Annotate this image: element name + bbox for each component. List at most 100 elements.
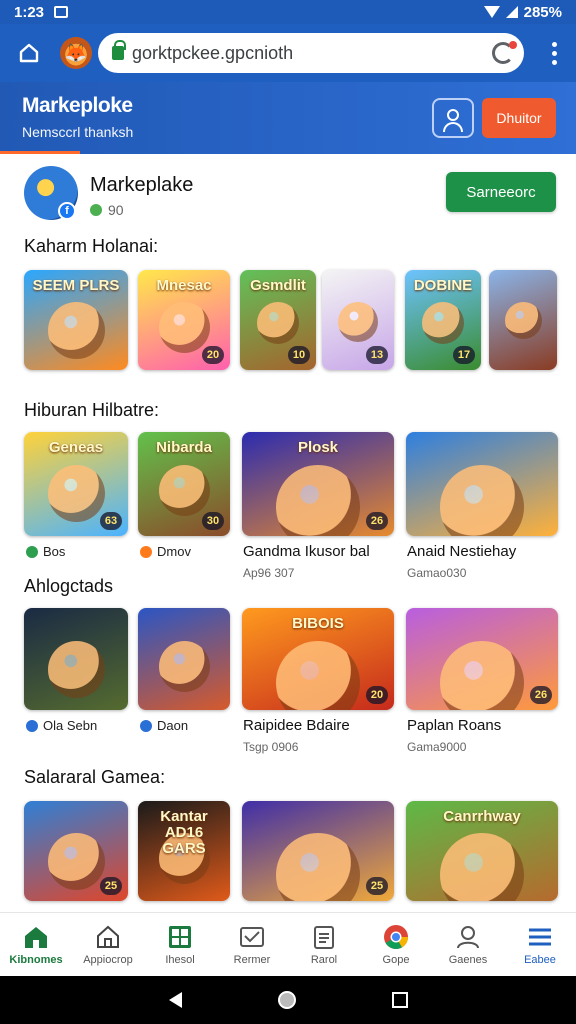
rating-icon [26,545,38,558]
bottom-nav: Kibnomes Appiocrop Ihesol Rermer Rarol G… [0,912,576,976]
nav-item-account[interactable]: Gaenes [432,913,504,976]
nav-item-chrome[interactable]: Gope [360,913,432,976]
game-tile-title: SEEM PLRS [32,277,120,294]
section-title: Ahlogctads [24,576,114,596]
reload-icon[interactable] [492,41,517,64]
wifi-icon [483,6,500,18]
game-caption-title[interactable]: Gandma Ikusor bal [243,543,370,560]
game-tile[interactable] [406,432,558,536]
game-caption-title[interactable]: Raipidee Bdaire [243,717,350,734]
game-caption-subtitle: Tsgp 0906 [243,740,299,754]
game-character-art [159,641,210,692]
browser-menu-button[interactable] [544,41,564,65]
game-character-art [159,465,210,516]
game-tile-badge: 26 [366,512,388,530]
account-button[interactable] [432,98,474,138]
header-action-button[interactable]: Dhuitor [482,98,556,138]
mail-icon [240,926,264,947]
chrome-icon [384,924,408,949]
game-tile[interactable] [24,608,128,710]
online-dot-icon [90,204,102,216]
game-character-art [48,302,105,359]
url-text[interactable]: gorktpckee.gpcnioth [132,43,492,64]
game-tile[interactable]: 25 [24,801,128,901]
game-tile[interactable]: 26 [406,608,558,710]
menu-icon [529,928,551,945]
game-tile-title: Canrrhway [443,808,521,825]
nav-item-grid[interactable]: Ihesol [144,913,216,976]
user-icon-body [443,122,463,132]
game-tile[interactable]: Canrrhway [406,801,558,901]
home-outline-icon [19,43,39,63]
facebook-icon: f [58,202,76,220]
address-bar[interactable]: gorktpckee.gpcnioth [98,33,524,73]
home-icon [25,926,47,948]
game-tile-badge: 25 [366,877,388,895]
game-caption-text: Dmov [157,544,191,559]
nav-item-mail[interactable]: Rermer [216,913,288,976]
game-character-art [422,302,464,344]
game-tile-badge: 26 [530,686,552,704]
browser-home-button[interactable] [12,36,46,70]
game-tile[interactable]: Gsmdlit 10 [240,270,316,370]
game-tile-badge: 13 [366,346,388,364]
battery-text: 285% [523,3,562,21]
store-meta-value: 90 [108,202,124,218]
game-caption: Ola Sebn [26,718,97,733]
game-tile[interactable]: Nibarda 30 [138,432,230,536]
game-tile-badge: 25 [100,877,122,895]
status-bar: 1:23 285% [0,0,576,24]
game-tile-title: Mnesac [156,277,212,294]
game-caption-title[interactable]: Anaid Nestiehay [407,543,516,560]
game-character-art [276,465,360,536]
game-tile-title: DOBINE [413,277,473,294]
menu-dot [551,59,557,65]
game-tile[interactable]: DOBINE 17 [405,270,481,370]
game-character-art [159,302,210,353]
nav-item-clipboard[interactable]: Rarol [288,913,360,976]
nav-item-apps[interactable]: Appiocrop [72,913,144,976]
game-tile[interactable]: Plosk 26 [242,432,394,536]
game-character-art [48,833,105,890]
game-tile-badge: 20 [366,686,388,704]
nav-label: Kibnomes [9,953,63,966]
notification-icon [54,6,69,18]
recents-icon[interactable] [391,992,408,1008]
game-tile[interactable]: 25 [242,801,394,901]
game-tile-badge: 10 [288,346,310,364]
browser-logo-icon[interactable]: 🦊 [60,37,92,69]
game-character-art [505,302,542,339]
section-title: Kaharm Holanai: [24,236,159,256]
nav-item-home[interactable]: Kibnomes [0,913,72,976]
game-tile[interactable]: 13 [322,270,394,370]
system-nav-bar [0,976,576,1024]
game-caption-title[interactable]: Paplan Roans [407,717,501,734]
grid-icon [169,925,191,948]
game-tile-title: Nibarda [156,439,212,456]
game-tile[interactable] [489,270,557,370]
game-tile[interactable]: BIBOIS 20 [242,608,394,710]
game-tile-title: Kantar AD16 GARS [160,808,208,857]
nav-label: Gope [382,953,410,966]
game-tile[interactable]: Kantar AD16 GARS [138,801,230,901]
game-tile-title: Gsmdlit [250,277,306,294]
rating-icon [140,719,152,732]
game-character-art [440,641,524,710]
status-time: 1:23 [14,3,45,21]
home-circle-icon[interactable] [277,991,296,1009]
back-icon[interactable] [168,992,182,1008]
follow-button[interactable]: Sarneeorc [446,172,556,212]
section-title: Salararal Gamea: [24,767,166,787]
game-caption-subtitle: Ap96 307 [243,566,295,580]
lock-icon [112,40,126,60]
nav-item-menu[interactable]: Eabee [504,913,576,976]
menu-dot [551,50,557,56]
game-tile[interactable]: SEEM PLRS [24,270,128,370]
app-title: Markeploke [22,94,133,117]
game-character-art [338,302,378,342]
game-tile[interactable]: Mnesac 20 [138,270,230,370]
game-tile-badge: 17 [453,346,475,364]
game-tile[interactable]: Geneas 63 [24,432,128,536]
person-icon [457,925,479,948]
game-tile[interactable] [138,608,230,710]
